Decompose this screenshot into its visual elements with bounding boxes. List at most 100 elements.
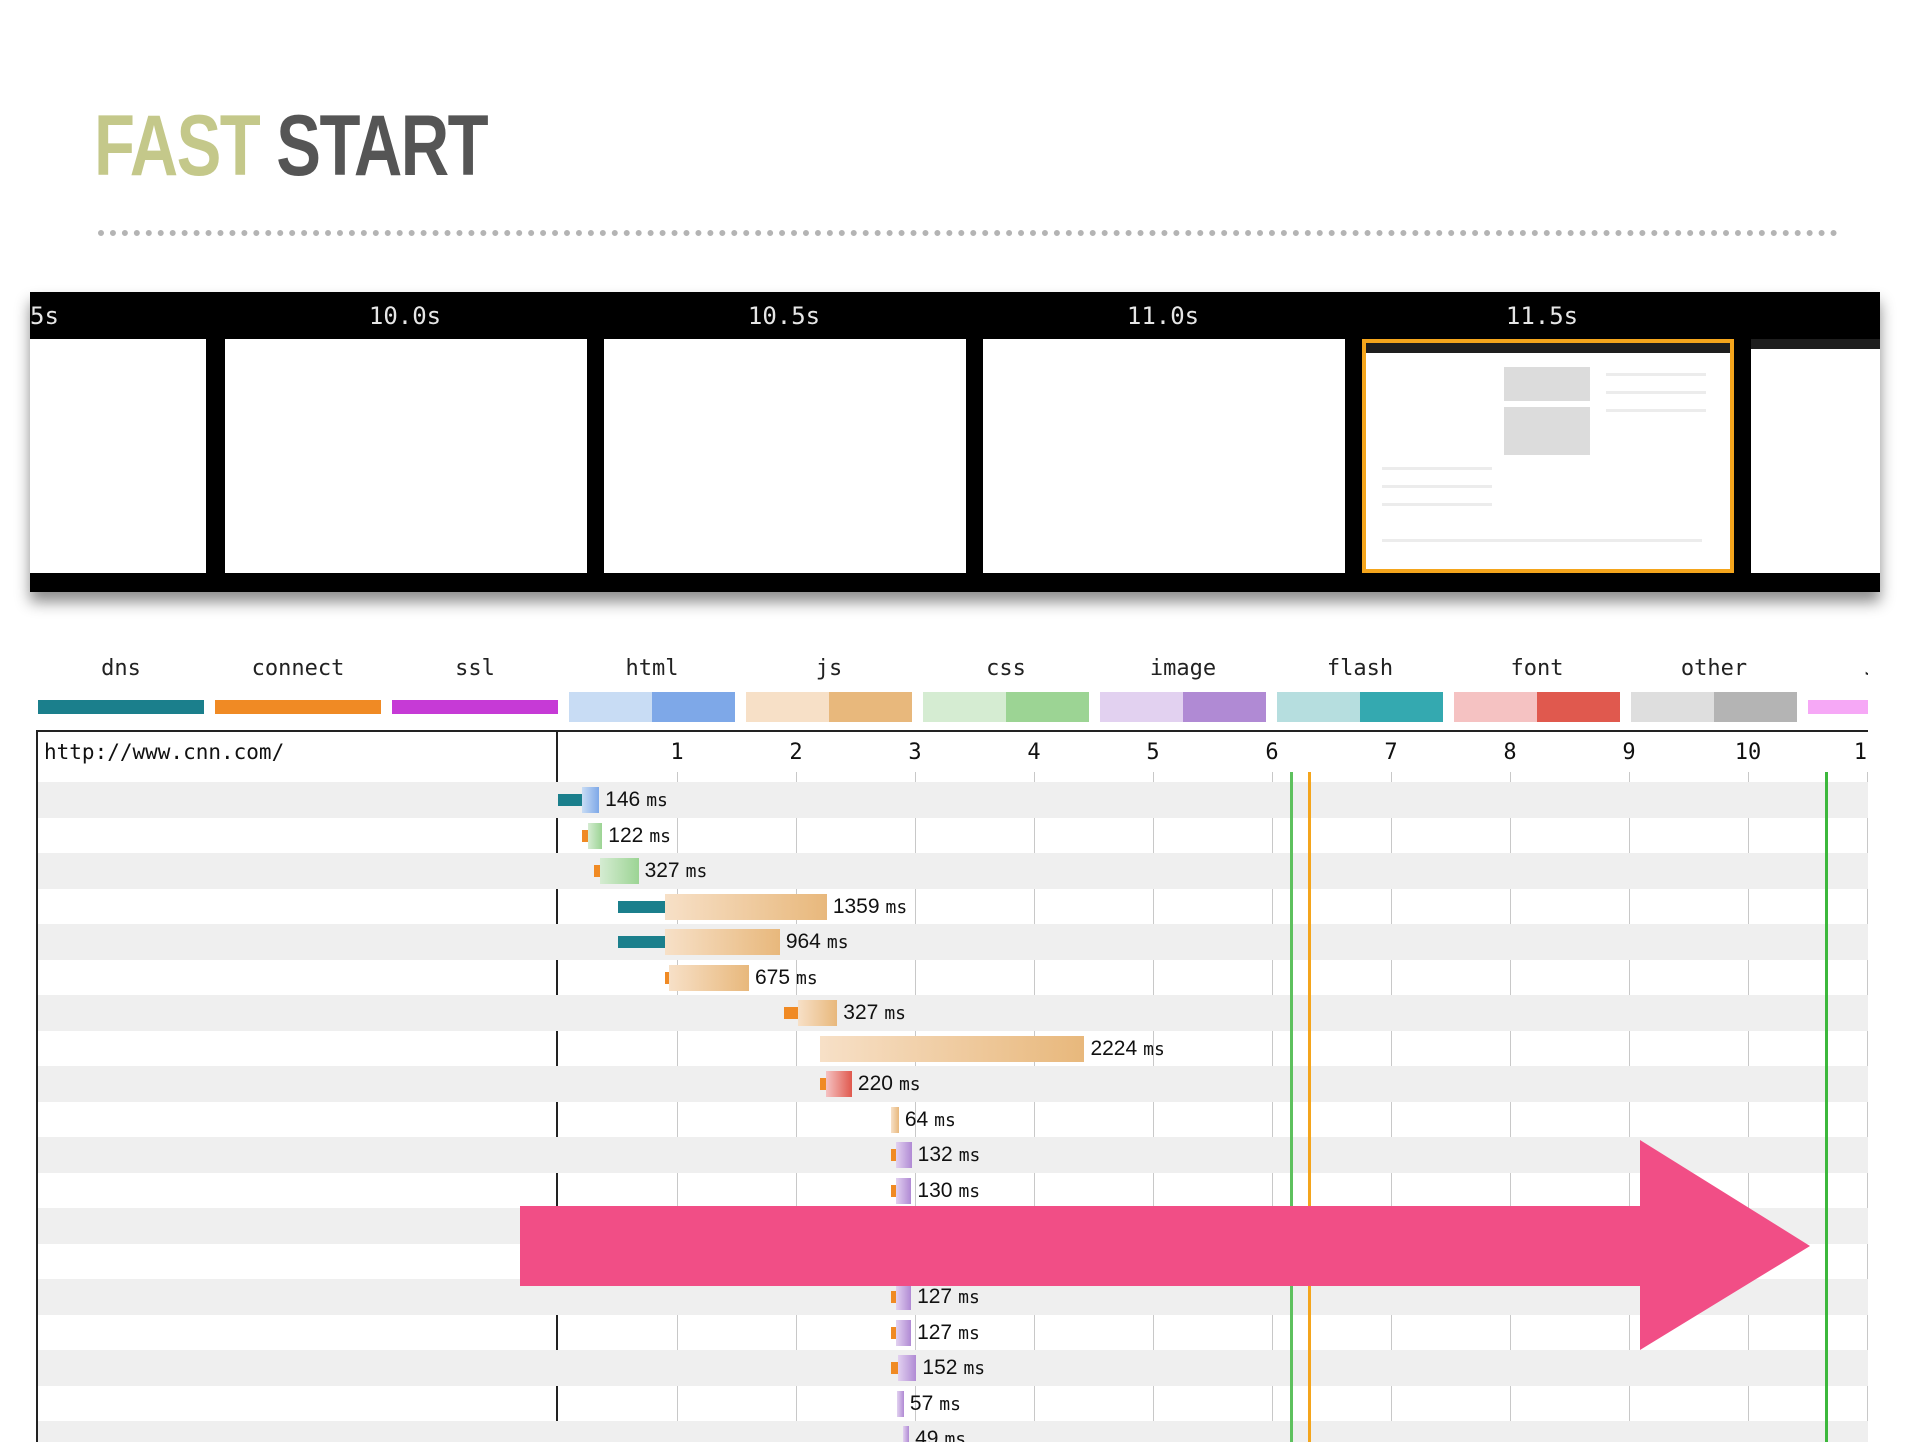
thumbnail-text-line [1382,503,1492,506]
thumbnail-header [1751,339,1880,349]
legend-label: css [986,656,1026,681]
waterfall-row[interactable]: 5.www.i.cdn.cnn.c...9e-first-bundle.js96… [38,924,1868,960]
connection-bar [558,794,582,806]
legend-swatch [1100,692,1266,722]
request-bar [825,1071,852,1097]
legend-item: ssl [392,652,558,714]
thumbnail-image [1504,407,1590,455]
time-tick-label: 2 [789,740,803,765]
waterfall-row[interactable]: 19.i.cdn.cnn.com -...cnn_nav_bottom.png4… [38,1421,1868,1442]
waterfall-row[interactable]: 1.www.cnn.com - /146ms [38,782,1868,818]
request-duration: 122 ms [608,823,671,847]
waterfall-row[interactable]: 3.www.cnn.com - page.css327ms [38,853,1868,889]
waterfall-row[interactable]: 9.www.i.cdn.cnn.c...sans-regular.woff222… [38,1066,1868,1102]
legend-swatch [1454,692,1620,722]
legend-label: html [625,656,679,681]
request-duration: 57 ms [909,1391,961,1415]
time-tick-label: 6 [1265,740,1279,765]
title-divider [98,230,1838,236]
request-duration: 64 ms [904,1107,956,1131]
filmstrip-frame[interactable] [983,339,1345,573]
legend-item: JS E [1808,652,1869,714]
connection-bar [617,936,666,948]
request-bar [897,1390,904,1417]
legend-label: other [1680,656,1748,681]
legend-item: image [1100,652,1266,722]
request-bar [798,1000,838,1026]
legend-label: flash [1326,656,1394,681]
thumbnail-image [1504,367,1590,401]
request-duration: 2224 ms [1090,1036,1165,1060]
request-duration: 964 ms [785,930,849,953]
legend-swatch [569,692,735,722]
legend-item: flash [1277,652,1443,722]
legend-swatch [1808,700,1868,714]
request-bar [891,1106,899,1133]
connection-bar [891,1362,899,1374]
time-tick-label: 9 [1622,740,1636,765]
legend-label: js [815,656,843,681]
request-bar [665,893,827,920]
time-tick-label: 7 [1384,740,1398,765]
legend-swatch [1631,692,1797,722]
legend-item: other [1631,652,1797,722]
legend-item: css [923,652,1089,722]
filmstrip-time-label: 10.0s [368,302,442,330]
legend-swatch [746,692,912,722]
legend-label: dns [101,656,141,681]
waterfall-legend: dns connect ssl html js css image flash font othe… [38,652,1868,724]
legend-swatch [1277,692,1443,722]
time-tick-label: 3 [908,740,922,765]
page-title: FAST START [94,96,489,196]
request-bar [587,822,603,849]
request-duration: 1359 ms [832,894,908,918]
legend-swatch [215,700,381,714]
waterfall-url: http://www.cnn.com/ [44,740,285,764]
filmstrip-frame-active[interactable] [1362,339,1734,573]
big-arrow-annotation [520,1140,1810,1350]
legend-item: js [746,652,912,722]
time-tick-label: 5 [1146,740,1160,765]
thumbnail-text-line [1606,409,1706,412]
legend-item: dns [38,652,204,714]
thumbnail-text-line [1382,467,1492,470]
request-bar [665,929,780,955]
filmstrip-time-partial: 5s [30,302,59,330]
waterfall-row[interactable]: 6.www.i.cdn.cnn.c...ader-second.min.js67… [38,960,1868,996]
waterfall-row[interactable]: 8.www.i.cdn.cnn.c...-footer-lib.min.js22… [38,1031,1868,1067]
legend-label: JS E [1808,652,1869,686]
thumbnail-text-line [1382,485,1492,488]
filmstrip-time-label: 10.5s [747,302,821,330]
title-word-start: START [276,98,488,194]
time-tick-label: 4 [1027,740,1041,765]
request-bar [599,858,639,884]
request-bar [668,964,749,991]
waterfall-row[interactable]: 7.z.cdn.turner.com - jsmd.min.js327ms [38,995,1868,1031]
connection-bar [617,900,666,913]
request-duration: 146 ms [605,788,668,811]
legend-label: font [1510,656,1564,681]
thumbnail-text-line [1606,391,1706,394]
connection-bar [784,1007,799,1019]
request-bar [819,1035,1085,1062]
legend-item: html [569,652,735,722]
time-tick-label: 10 [1734,740,1762,765]
time-tick-label: 11 [1853,740,1868,765]
filmstrip-time-label: 11.5s [1505,302,1579,330]
thumbnail-header [1366,343,1730,353]
filmstrip-frame[interactable] [604,339,966,573]
waterfall-row[interactable]: 4.cdn.optimizely.com - 131788053.js1359m… [38,889,1868,925]
filmstrip-frame[interactable] [225,339,587,573]
waterfall-row[interactable]: 10.www.i.cdn.cnn.c...n-analytics.min.js6… [38,1102,1868,1138]
legend-swatch [38,700,204,714]
legend-label: image [1149,656,1217,681]
waterfall-row[interactable]: 18.i.cdn.cnn.com - menu_bleacher.png57ms [38,1386,1868,1422]
timing-marker [1825,772,1829,1442]
legend-item: font [1454,652,1620,722]
thumbnail-text-line [1606,373,1706,376]
request-duration: 220 ms [857,1072,921,1095]
filmstrip-frame-partial [1751,339,1880,573]
waterfall-row[interactable]: 2.www.cnn.com - global.css122ms [38,818,1868,854]
request-bar [581,787,600,813]
legend-item: connect [215,652,381,714]
